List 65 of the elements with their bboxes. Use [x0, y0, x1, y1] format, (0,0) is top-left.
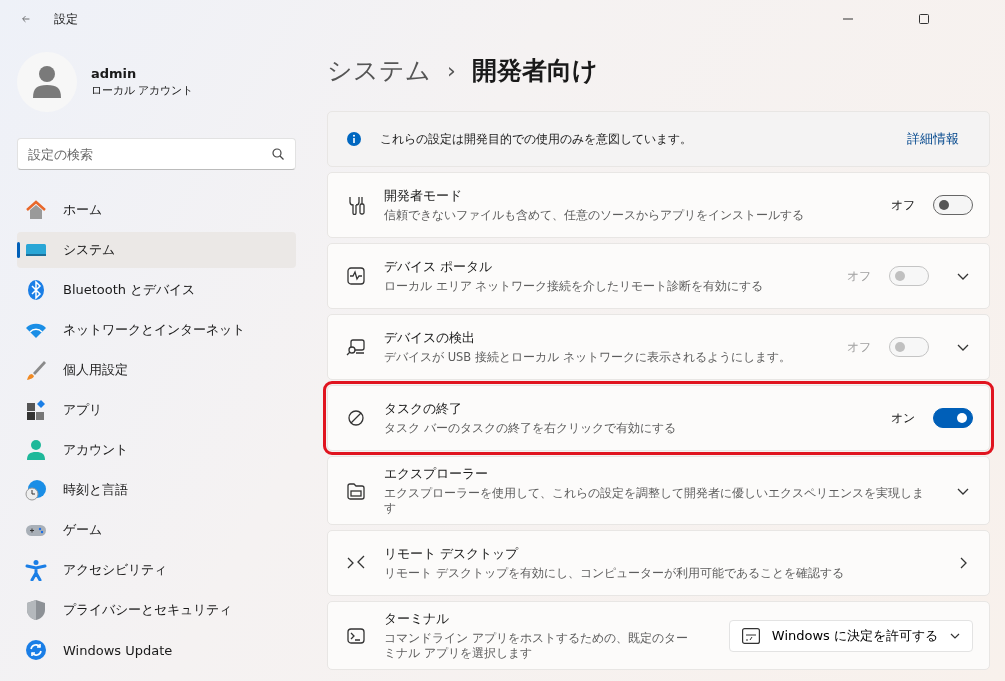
person-icon [25, 439, 47, 461]
sidebar-item[interactable]: アプリ [17, 392, 296, 428]
apps-icon [25, 399, 47, 421]
setting-title: リモート デスクトップ [384, 545, 520, 563]
info-icon [346, 131, 362, 147]
sidebar-item[interactable]: プライバシーとセキュリティ [17, 592, 296, 628]
toggle-switch[interactable] [933, 195, 973, 215]
setting-description: 信頼できないファイルも含めて、任意のソースからアプリをインストールする [384, 208, 805, 223]
setting-title: デバイス ポータル [384, 258, 494, 276]
sidebar-item[interactable]: 個人用設定 [17, 352, 296, 388]
bluetooth-icon [25, 279, 47, 301]
breadcrumb-separator: › [447, 57, 456, 83]
prohibited-icon [346, 408, 366, 428]
setting-description: エクスプローラーを使用して、これらの設定を調整して開発者に優しいエクスペリエンスを実現します [384, 486, 925, 516]
globe-clock-icon [25, 479, 47, 501]
sidebar-item[interactable]: Bluetooth とデバイス [17, 272, 296, 308]
toggle-state-label: オフ [891, 196, 915, 214]
pulse-monitor-icon [346, 266, 366, 286]
paintbrush-icon [25, 359, 47, 381]
sidebar-item[interactable]: アクセシビリティ [17, 552, 296, 588]
setting-title: ターミナル [384, 610, 450, 628]
search-field[interactable]: 設定の検索 [17, 138, 296, 170]
accessibility-figure-icon [25, 559, 47, 581]
sidebar-item[interactable]: ゲーム [17, 512, 296, 548]
refresh-icon [25, 639, 47, 661]
minimize-icon [843, 18, 853, 20]
breadcrumb-parent[interactable]: システム [327, 53, 431, 87]
folder-icon [346, 480, 366, 501]
shield-icon [25, 599, 47, 621]
account-type: ローカル アカウント [91, 83, 194, 98]
maximize-icon [919, 14, 929, 24]
setting-description: ローカル エリア ネットワーク接続を介したリモート診断を有効にする [384, 279, 765, 294]
selection-indicator [17, 242, 20, 258]
setting-description: リモート デスクトップを有効にし、コンピューターが利用可能であることを確認する [384, 566, 845, 581]
toggle-state-label: オフ [847, 338, 871, 356]
toggle-state-label: オン [891, 409, 915, 427]
sidebar-item[interactable]: システム [17, 232, 296, 268]
wrench-screwdriver-icon [346, 195, 366, 215]
person-silhouette-icon [32, 65, 62, 99]
terminal-icon [346, 625, 366, 646]
sidebar-item[interactable]: ネットワークとインターネット [17, 312, 296, 348]
window-title: 設定 [54, 10, 78, 28]
command-prompt-icon [741, 627, 760, 644]
sidebar-item[interactable]: 時刻と言語 [17, 472, 296, 508]
sidebar-item[interactable]: ホーム [17, 192, 296, 228]
info-text: これらの設定は開発目的での使用のみを意図しています。 [380, 130, 693, 148]
setting-title: 開発者モード [384, 187, 463, 205]
dropdown[interactable]: Windows に決定を許可する [728, 619, 973, 652]
setting-description: タスク バーのタスクの終了を右クリックで有効にする [384, 421, 677, 436]
user-name: admin [91, 66, 138, 81]
toggle-state-label: オフ [847, 267, 871, 285]
setting-description: コマンドライン アプリをホストするための、既定のターミナル アプリを選択します [384, 631, 689, 661]
setting-description: デバイスが USB 接続とローカル ネットワークに表示されるようにします。 [384, 350, 792, 365]
sidebar-item[interactable]: Windows Update [17, 632, 296, 668]
setting-title: タスクの終了 [384, 400, 463, 418]
back-arrow-icon [22, 13, 30, 25]
learn-more-link[interactable]: 詳細情報 [907, 130, 959, 148]
sidebar-item[interactable]: アカウント [17, 432, 296, 468]
screen-magnifier-icon [346, 337, 366, 357]
page-title: 開発者向け [471, 54, 598, 87]
house-icon [25, 199, 47, 221]
search-icon [272, 148, 284, 160]
setting-title: エクスプローラー [384, 465, 489, 483]
toggle-switch[interactable] [933, 408, 973, 428]
setting-title: デバイスの検出 [384, 329, 476, 347]
